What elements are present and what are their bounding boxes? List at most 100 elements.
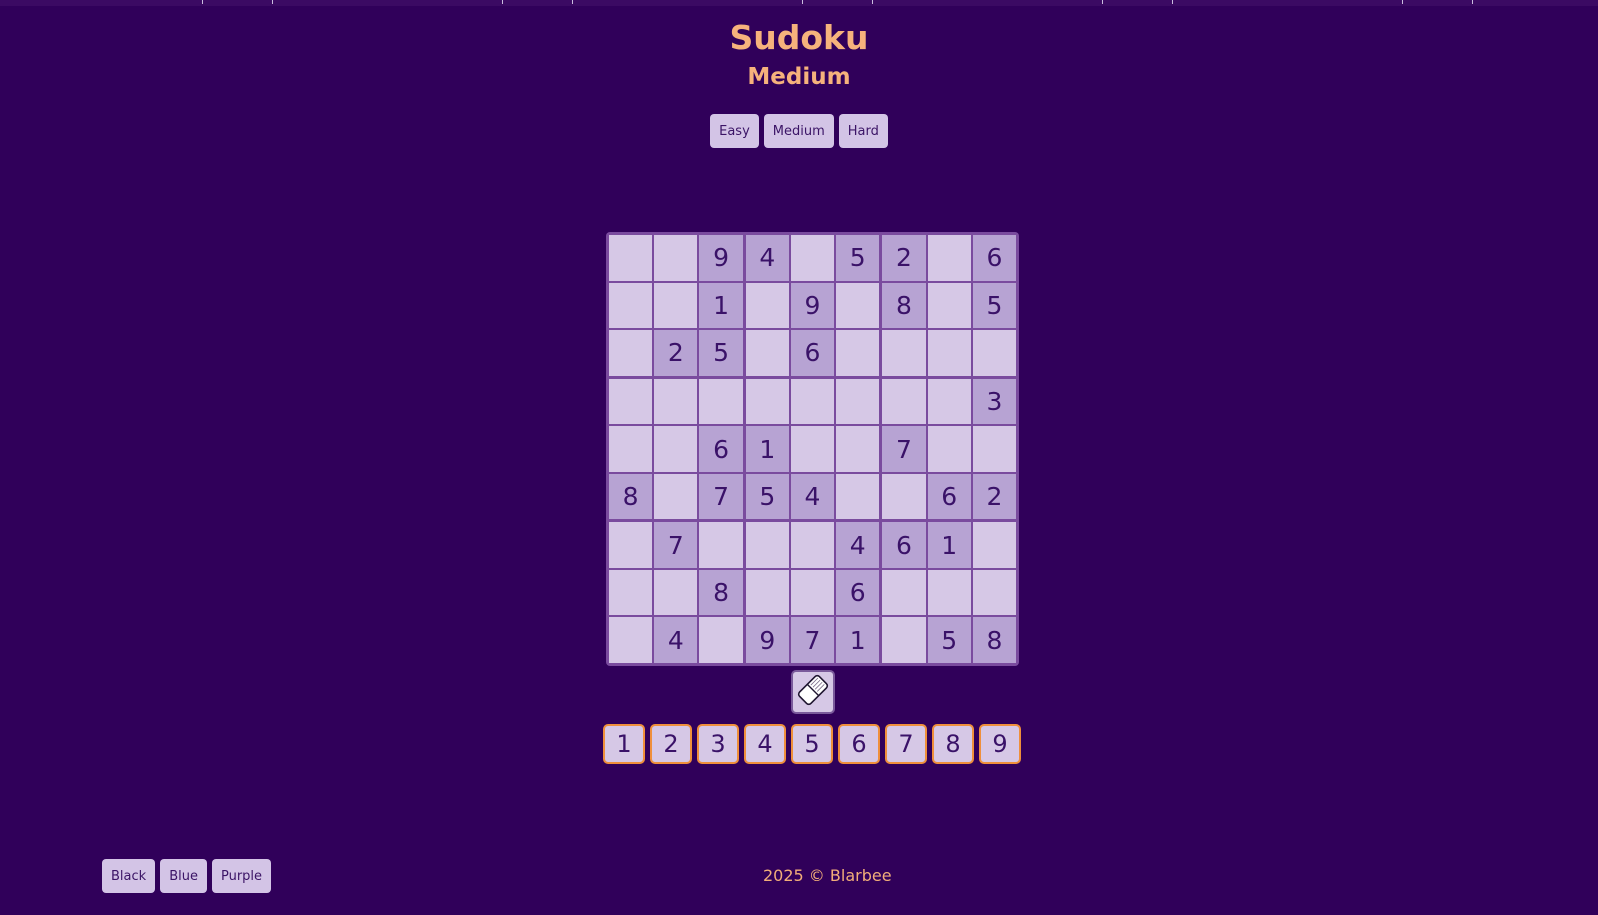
sudoku-cell[interactable]: 7: [882, 426, 926, 472]
sudoku-cell[interactable]: 8: [972, 617, 1016, 664]
sudoku-cell[interactable]: [699, 617, 743, 664]
sudoku-cell[interactable]: [654, 473, 698, 520]
sudoku-cell[interactable]: [836, 473, 880, 520]
sudoku-cell[interactable]: 6: [790, 330, 835, 376]
sudoku-cell[interactable]: [654, 378, 698, 425]
difficulty-selector: Easy Medium Hard: [0, 114, 1598, 148]
sudoku-cell[interactable]: [745, 282, 789, 329]
sudoku-cell[interactable]: 6: [836, 569, 880, 616]
sudoku-cell[interactable]: [882, 473, 926, 520]
sudoku-cell[interactable]: 5: [972, 282, 1016, 329]
box-row: 6871543762: [609, 378, 1016, 520]
number-button-3[interactable]: 3: [697, 724, 739, 764]
sudoku-cell[interactable]: 7: [790, 617, 835, 664]
sudoku-cell[interactable]: 1: [745, 426, 789, 472]
sudoku-cell[interactable]: [609, 235, 653, 281]
number-button-6[interactable]: 6: [838, 724, 880, 764]
sudoku-cell[interactable]: 5: [699, 330, 743, 376]
sudoku-cell[interactable]: [745, 569, 789, 616]
hard-button[interactable]: Hard: [838, 114, 888, 148]
sudoku-cell[interactable]: [927, 235, 971, 281]
sudoku-cell[interactable]: [790, 235, 835, 281]
sudoku-cell[interactable]: [927, 426, 971, 472]
sudoku-cell[interactable]: 4: [836, 522, 880, 568]
sudoku-cell[interactable]: [927, 569, 971, 616]
number-button-1[interactable]: 1: [603, 724, 645, 764]
sudoku-cell[interactable]: 2: [654, 330, 698, 376]
sudoku-cell[interactable]: 6: [699, 426, 743, 472]
sudoku-cell[interactable]: [790, 378, 835, 425]
sudoku-cell[interactable]: [836, 378, 880, 425]
sudoku-cell[interactable]: [745, 378, 789, 425]
sudoku-cell[interactable]: 1: [699, 282, 743, 329]
sudoku-cell[interactable]: [836, 426, 880, 472]
sudoku-cell[interactable]: 2: [972, 473, 1016, 520]
sudoku-cell[interactable]: 4: [654, 617, 698, 664]
sudoku-cell[interactable]: [927, 378, 971, 425]
sudoku-cell[interactable]: [654, 235, 698, 281]
sudoku-cell[interactable]: [609, 522, 653, 568]
sudoku-cell[interactable]: [882, 330, 926, 376]
theme-purple-button[interactable]: Purple: [211, 859, 272, 893]
sudoku-cell[interactable]: 4: [745, 235, 789, 281]
sudoku-cell[interactable]: [609, 282, 653, 329]
sudoku-cell[interactable]: 6: [927, 473, 971, 520]
easy-button[interactable]: Easy: [710, 114, 759, 148]
sudoku-cell[interactable]: 3: [972, 378, 1016, 425]
sudoku-cell[interactable]: 4: [790, 473, 835, 520]
sudoku-cell[interactable]: 5: [836, 235, 880, 281]
sudoku-cell[interactable]: 2: [882, 235, 926, 281]
sudoku-cell[interactable]: [972, 522, 1016, 568]
theme-black-button[interactable]: Black: [102, 859, 156, 893]
sudoku-cell[interactable]: [745, 330, 789, 376]
sudoku-cell[interactable]: 9: [699, 235, 743, 281]
sudoku-cell[interactable]: [972, 569, 1016, 616]
sudoku-cell[interactable]: [609, 569, 653, 616]
sudoku-cell[interactable]: [699, 522, 743, 568]
number-button-9[interactable]: 9: [979, 724, 1021, 764]
sudoku-cell[interactable]: [790, 569, 835, 616]
sudoku-cell[interactable]: [609, 426, 653, 472]
sudoku-cell[interactable]: [609, 378, 653, 425]
number-button-4[interactable]: 4: [744, 724, 786, 764]
number-button-7[interactable]: 7: [885, 724, 927, 764]
sudoku-cell[interactable]: [790, 426, 835, 472]
number-button-8[interactable]: 8: [932, 724, 974, 764]
sudoku-cell[interactable]: [882, 617, 926, 664]
sudoku-cell[interactable]: 8: [882, 282, 926, 329]
sudoku-cell[interactable]: [609, 330, 653, 376]
sudoku-cell[interactable]: [790, 522, 835, 568]
theme-blue-button[interactable]: Blue: [160, 859, 207, 893]
sudoku-cell[interactable]: [654, 426, 698, 472]
sudoku-cell[interactable]: [882, 378, 926, 425]
sudoku-cell[interactable]: [972, 426, 1016, 472]
sudoku-cell[interactable]: 9: [745, 617, 789, 664]
sudoku-cell[interactable]: 9: [790, 282, 835, 329]
sudoku-cell[interactable]: [882, 569, 926, 616]
sudoku-cell[interactable]: [927, 282, 971, 329]
sudoku-cell[interactable]: 6: [972, 235, 1016, 281]
sudoku-cell[interactable]: [972, 330, 1016, 376]
sudoku-cell[interactable]: 5: [927, 617, 971, 664]
sudoku-cell[interactable]: [836, 330, 880, 376]
sudoku-cell[interactable]: [927, 330, 971, 376]
sudoku-cell[interactable]: 8: [609, 473, 653, 520]
sudoku-cell[interactable]: [699, 378, 743, 425]
medium-button[interactable]: Medium: [763, 114, 834, 148]
sudoku-cell[interactable]: [745, 522, 789, 568]
sudoku-cell[interactable]: [654, 282, 698, 329]
divider-tick: [1102, 0, 1103, 4]
number-button-2[interactable]: 2: [650, 724, 692, 764]
sudoku-cell[interactable]: [836, 282, 880, 329]
number-button-5[interactable]: 5: [791, 724, 833, 764]
sudoku-cell[interactable]: 7: [654, 522, 698, 568]
sudoku-cell[interactable]: 1: [836, 617, 880, 664]
sudoku-cell[interactable]: 7: [699, 473, 743, 520]
sudoku-cell[interactable]: 8: [699, 569, 743, 616]
sudoku-cell[interactable]: 5: [745, 473, 789, 520]
sudoku-cell[interactable]: [654, 569, 698, 616]
sudoku-cell[interactable]: [609, 617, 653, 664]
sudoku-cell[interactable]: 6: [882, 522, 926, 568]
sudoku-cell[interactable]: 1: [927, 522, 971, 568]
erase-button[interactable]: [791, 670, 835, 714]
